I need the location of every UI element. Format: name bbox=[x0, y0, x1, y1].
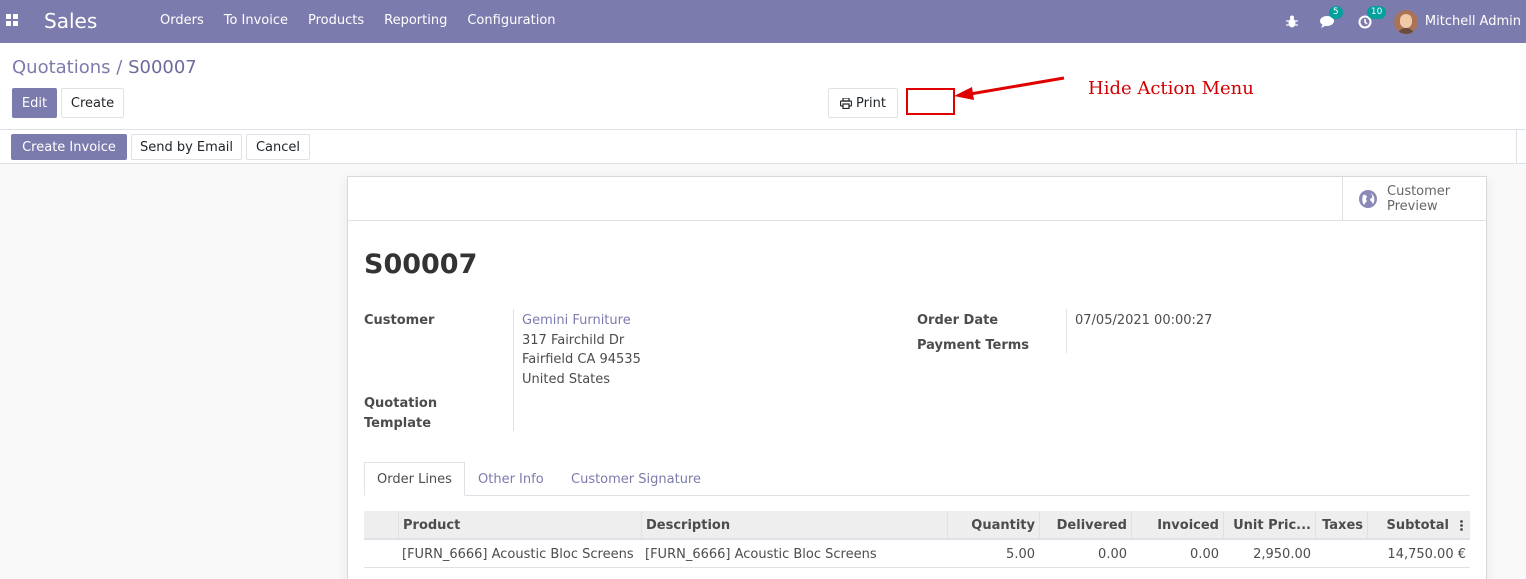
cell-taxes bbox=[1315, 540, 1367, 568]
edit-button[interactable]: Edit bbox=[12, 88, 57, 118]
cell-subtotal: 14,750.00 € bbox=[1387, 546, 1466, 562]
handle-column bbox=[364, 511, 398, 540]
cell-unit-price: 2,950.00 bbox=[1253, 546, 1311, 562]
optional-columns-icon[interactable] bbox=[1453, 511, 1470, 540]
globe-icon bbox=[1359, 189, 1377, 208]
systray: 5 10 Mitchell Admin bbox=[1285, 0, 1526, 43]
user-name: Mitchell Admin bbox=[1424, 14, 1521, 29]
quotation-template-label-1: Quotation bbox=[364, 396, 438, 411]
user-menu[interactable]: Mitchell Admin bbox=[1393, 9, 1521, 34]
field-divider bbox=[513, 309, 514, 431]
customer-address-country: United States bbox=[522, 372, 611, 387]
statusbar-divider bbox=[1516, 130, 1517, 163]
order-name: S00007 bbox=[364, 249, 478, 280]
table-row[interactable]: [FURN_6666] Acoustic Bloc Screens [FURN_… bbox=[364, 540, 1470, 568]
main-menu: Orders To Invoice Products Reporting Con… bbox=[160, 13, 556, 28]
messages-count-badge: 5 bbox=[1328, 6, 1343, 19]
app-title[interactable]: Sales bbox=[44, 9, 97, 33]
activities-count-badge: 10 bbox=[1366, 5, 1387, 19]
customer-label: Customer bbox=[364, 313, 435, 328]
tab-customer-signature[interactable]: Customer Signature bbox=[559, 462, 713, 496]
column-invoiced[interactable]: Invoiced bbox=[1131, 511, 1223, 540]
top-navbar: Sales Orders To Invoice Products Reporti… bbox=[0, 0, 1526, 43]
menu-item-configuration[interactable]: Configuration bbox=[467, 13, 555, 28]
customer-preview-line2: Preview bbox=[1387, 198, 1438, 214]
column-delivered[interactable]: Delivered bbox=[1039, 511, 1131, 540]
quotation-template-label-2: Template bbox=[364, 416, 432, 431]
notebook-tabs: Order Lines Other Info Customer Signatur… bbox=[364, 462, 1470, 496]
column-subtotal[interactable]: Subtotal bbox=[1367, 511, 1453, 540]
payment-terms-label: Payment Terms bbox=[917, 338, 1030, 353]
form-sheet: Customer Preview S00007 Customer Gemini … bbox=[347, 176, 1487, 579]
breadcrumb: Quotations / S00007 bbox=[12, 57, 197, 78]
hidden-action-menu-highlight bbox=[906, 88, 955, 115]
cell-product: [FURN_6666] Acoustic Bloc Screens bbox=[402, 546, 634, 562]
messages-icon[interactable]: 5 bbox=[1319, 6, 1343, 28]
cell-quantity: 5.00 bbox=[1006, 546, 1035, 562]
create-invoice-button[interactable]: Create Invoice bbox=[11, 134, 127, 160]
cell-invoiced: 0.00 bbox=[1190, 546, 1219, 562]
tab-other-info[interactable]: Other Info bbox=[466, 462, 556, 496]
tab-order-lines[interactable]: Order Lines bbox=[364, 462, 465, 496]
breadcrumb-parent[interactable]: Quotations bbox=[12, 57, 111, 78]
customer-preview-button[interactable]: Customer Preview bbox=[1342, 177, 1486, 220]
debug-icon[interactable] bbox=[1285, 15, 1298, 28]
breadcrumb-current: S00007 bbox=[128, 57, 197, 78]
customer-preview-text: Customer Preview bbox=[1387, 184, 1450, 214]
cancel-button[interactable]: Cancel bbox=[246, 134, 310, 160]
annotation-arrow bbox=[954, 76, 1065, 100]
apps-menu-icon[interactable] bbox=[6, 14, 18, 26]
customer-link[interactable]: Gemini Furniture bbox=[522, 313, 631, 328]
customer-preview-line1: Customer bbox=[1387, 183, 1451, 199]
button-box: Customer Preview bbox=[348, 177, 1486, 221]
menu-item-reporting[interactable]: Reporting bbox=[384, 13, 447, 28]
column-product[interactable]: Product bbox=[398, 511, 641, 540]
column-description[interactable]: Description bbox=[641, 511, 947, 540]
column-quantity[interactable]: Quantity bbox=[947, 511, 1039, 540]
avatar bbox=[1393, 9, 1418, 34]
order-lines-table: Product Description Quantity Delivered I… bbox=[364, 511, 1470, 568]
table-header: Product Description Quantity Delivered I… bbox=[364, 511, 1470, 540]
breadcrumb-separator: / bbox=[110, 57, 129, 78]
menu-item-to-invoice[interactable]: To Invoice bbox=[224, 13, 288, 28]
customer-address-city: Fairfield CA 94535 bbox=[522, 352, 641, 367]
print-icon bbox=[840, 97, 853, 109]
status-bar: Create Invoice Send by Email Cancel bbox=[0, 129, 1526, 164]
customer-address-street: 317 Fairchild Dr bbox=[522, 333, 625, 348]
print-label: Print bbox=[856, 95, 886, 111]
menu-item-orders[interactable]: Orders bbox=[160, 13, 204, 28]
order-date-label: Order Date bbox=[917, 313, 999, 328]
annotation-label: Hide Action Menu bbox=[1088, 78, 1254, 99]
create-button[interactable]: Create bbox=[61, 88, 124, 118]
order-date-value: 07/05/2021 00:00:27 bbox=[1075, 313, 1213, 328]
send-by-email-button[interactable]: Send by Email bbox=[131, 134, 242, 160]
cell-delivered: 0.00 bbox=[1098, 546, 1127, 562]
field-divider bbox=[1066, 309, 1067, 353]
cell-description: [FURN_6666] Acoustic Bloc Screens bbox=[645, 546, 877, 562]
activities-icon[interactable]: 10 bbox=[1358, 5, 1387, 29]
print-button[interactable]: Print bbox=[828, 88, 898, 118]
column-taxes[interactable]: Taxes bbox=[1315, 511, 1367, 540]
menu-item-products[interactable]: Products bbox=[308, 13, 364, 28]
column-unit-price[interactable]: Unit Pric... bbox=[1223, 511, 1315, 540]
